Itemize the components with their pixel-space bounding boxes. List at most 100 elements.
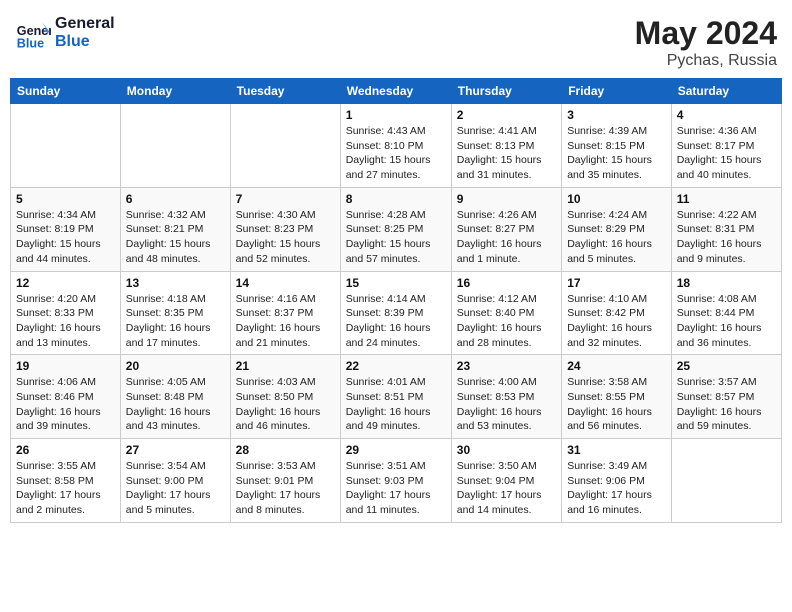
calendar-cell: 27Sunrise: 3:54 AM Sunset: 9:00 PM Dayli… bbox=[120, 439, 230, 523]
day-info: Sunrise: 4:43 AM Sunset: 8:10 PM Dayligh… bbox=[346, 124, 446, 183]
calendar-cell bbox=[230, 104, 340, 188]
day-info: Sunrise: 4:22 AM Sunset: 8:31 PM Dayligh… bbox=[677, 208, 776, 267]
month-title: May 2024 bbox=[635, 15, 777, 52]
calendar-week-row: 1 Sunrise: 4:43 AM Sunset: 8:10 PM Daylig… bbox=[11, 104, 782, 188]
logo: General Blue General Blue bbox=[15, 15, 115, 51]
day-number: 6 bbox=[126, 192, 225, 206]
day-number: 22 bbox=[346, 359, 446, 373]
calendar-cell: 5 Sunrise: 4:34 AM Sunset: 8:19 PM Daylig… bbox=[11, 187, 121, 271]
calendar-cell: 25Sunrise: 3:57 AM Sunset: 8:57 PM Dayli… bbox=[671, 355, 781, 439]
calendar-cell: 24 Sunrise: 3:58 AM Sunset: 8:55 PM Dayli… bbox=[562, 355, 672, 439]
day-header-wednesday: Wednesday bbox=[340, 79, 451, 104]
calendar-cell: 4Sunrise: 4:36 AM Sunset: 8:17 PM Daylig… bbox=[671, 104, 781, 188]
day-info: Sunrise: 4:18 AM Sunset: 8:35 PM Dayligh… bbox=[126, 292, 225, 351]
day-number: 11 bbox=[677, 192, 776, 206]
day-info: Sunrise: 3:54 AM Sunset: 9:00 PM Dayligh… bbox=[126, 459, 225, 518]
day-info: Sunrise: 3:53 AM Sunset: 9:01 PM Dayligh… bbox=[236, 459, 335, 518]
calendar-week-row: 26 Sunrise: 3:55 AM Sunset: 8:58 PM Dayli… bbox=[11, 439, 782, 523]
location-title: Pychas, Russia bbox=[635, 52, 777, 70]
day-header-thursday: Thursday bbox=[451, 79, 561, 104]
day-info: Sunrise: 4:14 AM Sunset: 8:39 PM Dayligh… bbox=[346, 292, 446, 351]
day-header-tuesday: Tuesday bbox=[230, 79, 340, 104]
day-number: 31 bbox=[567, 443, 666, 457]
calendar-cell: 11 Sunrise: 4:22 AM Sunset: 8:31 PM Dayli… bbox=[671, 187, 781, 271]
day-info: Sunrise: 4:34 AM Sunset: 8:19 PM Dayligh… bbox=[16, 208, 115, 267]
calendar-cell: 2 Sunrise: 4:41 AM Sunset: 8:13 PM Daylig… bbox=[451, 104, 561, 188]
day-number: 20 bbox=[126, 359, 225, 373]
day-info: Sunrise: 3:49 AM Sunset: 9:06 PM Dayligh… bbox=[567, 459, 666, 518]
calendar-cell: 13 Sunrise: 4:18 AM Sunset: 8:35 PM Dayli… bbox=[120, 271, 230, 355]
title-area: May 2024 Pychas, Russia bbox=[635, 15, 777, 70]
day-number: 16 bbox=[457, 276, 556, 290]
day-info: Sunrise: 3:55 AM Sunset: 8:58 PM Dayligh… bbox=[16, 459, 115, 518]
day-info: Sunrise: 4:41 AM Sunset: 8:13 PM Dayligh… bbox=[457, 124, 556, 183]
day-number: 3 bbox=[567, 108, 666, 122]
day-number: 18 bbox=[677, 276, 776, 290]
day-info: Sunrise: 3:50 AM Sunset: 9:04 PM Dayligh… bbox=[457, 459, 556, 518]
calendar-cell: 29 Sunrise: 3:51 AM Sunset: 9:03 PM Dayli… bbox=[340, 439, 451, 523]
calendar-cell: 31 Sunrise: 3:49 AM Sunset: 9:06 PM Dayli… bbox=[562, 439, 672, 523]
day-info: Sunrise: 4:08 AM Sunset: 8:44 PM Dayligh… bbox=[677, 292, 776, 351]
day-header-monday: Monday bbox=[120, 79, 230, 104]
calendar-cell: 14Sunrise: 4:16 AM Sunset: 8:37 PM Dayli… bbox=[230, 271, 340, 355]
day-info: Sunrise: 4:28 AM Sunset: 8:25 PM Dayligh… bbox=[346, 208, 446, 267]
day-info: Sunrise: 4:36 AM Sunset: 8:17 PM Dayligh… bbox=[677, 124, 776, 183]
calendar-week-row: 5 Sunrise: 4:34 AM Sunset: 8:19 PM Daylig… bbox=[11, 187, 782, 271]
calendar-cell bbox=[671, 439, 781, 523]
calendar-cell: 23Sunrise: 4:00 AM Sunset: 8:53 PM Dayli… bbox=[451, 355, 561, 439]
calendar-cell: 8 Sunrise: 4:28 AM Sunset: 8:25 PM Daylig… bbox=[340, 187, 451, 271]
day-header-friday: Friday bbox=[562, 79, 672, 104]
day-number: 5 bbox=[16, 192, 115, 206]
day-number: 26 bbox=[16, 443, 115, 457]
day-number: 10 bbox=[567, 192, 666, 206]
calendar-table: SundayMondayTuesdayWednesdayThursdayFrid… bbox=[10, 78, 782, 523]
day-header-sunday: Sunday bbox=[11, 79, 121, 104]
calendar-cell: 3Sunrise: 4:39 AM Sunset: 8:15 PM Daylig… bbox=[562, 104, 672, 188]
day-number: 1 bbox=[346, 108, 446, 122]
day-header-saturday: Saturday bbox=[671, 79, 781, 104]
day-info: Sunrise: 4:10 AM Sunset: 8:42 PM Dayligh… bbox=[567, 292, 666, 351]
day-number: 21 bbox=[236, 359, 335, 373]
calendar-cell: 1 Sunrise: 4:43 AM Sunset: 8:10 PM Daylig… bbox=[340, 104, 451, 188]
day-info: Sunrise: 4:12 AM Sunset: 8:40 PM Dayligh… bbox=[457, 292, 556, 351]
day-number: 9 bbox=[457, 192, 556, 206]
calendar-week-row: 12 Sunrise: 4:20 AM Sunset: 8:33 PM Dayli… bbox=[11, 271, 782, 355]
day-number: 15 bbox=[346, 276, 446, 290]
day-info: Sunrise: 4:03 AM Sunset: 8:50 PM Dayligh… bbox=[236, 375, 335, 434]
day-number: 29 bbox=[346, 443, 446, 457]
day-number: 30 bbox=[457, 443, 556, 457]
page-header: General Blue General Blue May 2024 Pycha… bbox=[10, 10, 782, 70]
day-info: Sunrise: 4:24 AM Sunset: 8:29 PM Dayligh… bbox=[567, 208, 666, 267]
calendar-cell bbox=[120, 104, 230, 188]
day-number: 2 bbox=[457, 108, 556, 122]
svg-text:Blue: Blue bbox=[17, 36, 44, 50]
day-number: 12 bbox=[16, 276, 115, 290]
day-info: Sunrise: 4:26 AM Sunset: 8:27 PM Dayligh… bbox=[457, 208, 556, 267]
day-info: Sunrise: 4:16 AM Sunset: 8:37 PM Dayligh… bbox=[236, 292, 335, 351]
logo-line2: Blue bbox=[55, 33, 115, 51]
day-info: Sunrise: 3:51 AM Sunset: 9:03 PM Dayligh… bbox=[346, 459, 446, 518]
calendar-cell: 15 Sunrise: 4:14 AM Sunset: 8:39 PM Dayli… bbox=[340, 271, 451, 355]
day-info: Sunrise: 4:20 AM Sunset: 8:33 PM Dayligh… bbox=[16, 292, 115, 351]
calendar-cell: 22Sunrise: 4:01 AM Sunset: 8:51 PM Dayli… bbox=[340, 355, 451, 439]
logo-icon: General Blue bbox=[15, 15, 51, 51]
day-info: Sunrise: 3:58 AM Sunset: 8:55 PM Dayligh… bbox=[567, 375, 666, 434]
day-info: Sunrise: 4:05 AM Sunset: 8:48 PM Dayligh… bbox=[126, 375, 225, 434]
day-info: Sunrise: 4:32 AM Sunset: 8:21 PM Dayligh… bbox=[126, 208, 225, 267]
calendar-cell: 9 Sunrise: 4:26 AM Sunset: 8:27 PM Daylig… bbox=[451, 187, 561, 271]
calendar-cell: 21 Sunrise: 4:03 AM Sunset: 8:50 PM Dayli… bbox=[230, 355, 340, 439]
calendar-header-row: SundayMondayTuesdayWednesdayThursdayFrid… bbox=[11, 79, 782, 104]
day-info: Sunrise: 4:30 AM Sunset: 8:23 PM Dayligh… bbox=[236, 208, 335, 267]
day-number: 7 bbox=[236, 192, 335, 206]
day-number: 13 bbox=[126, 276, 225, 290]
logo-line1: General bbox=[55, 15, 115, 33]
day-number: 23 bbox=[457, 359, 556, 373]
day-number: 24 bbox=[567, 359, 666, 373]
calendar-cell: 28Sunrise: 3:53 AM Sunset: 9:01 PM Dayli… bbox=[230, 439, 340, 523]
calendar-cell: 30 Sunrise: 3:50 AM Sunset: 9:04 PM Dayli… bbox=[451, 439, 561, 523]
day-number: 25 bbox=[677, 359, 776, 373]
day-number: 8 bbox=[346, 192, 446, 206]
day-number: 17 bbox=[567, 276, 666, 290]
calendar-cell: 18 Sunrise: 4:08 AM Sunset: 8:44 PM Dayli… bbox=[671, 271, 781, 355]
calendar-cell: 26 Sunrise: 3:55 AM Sunset: 8:58 PM Dayli… bbox=[11, 439, 121, 523]
